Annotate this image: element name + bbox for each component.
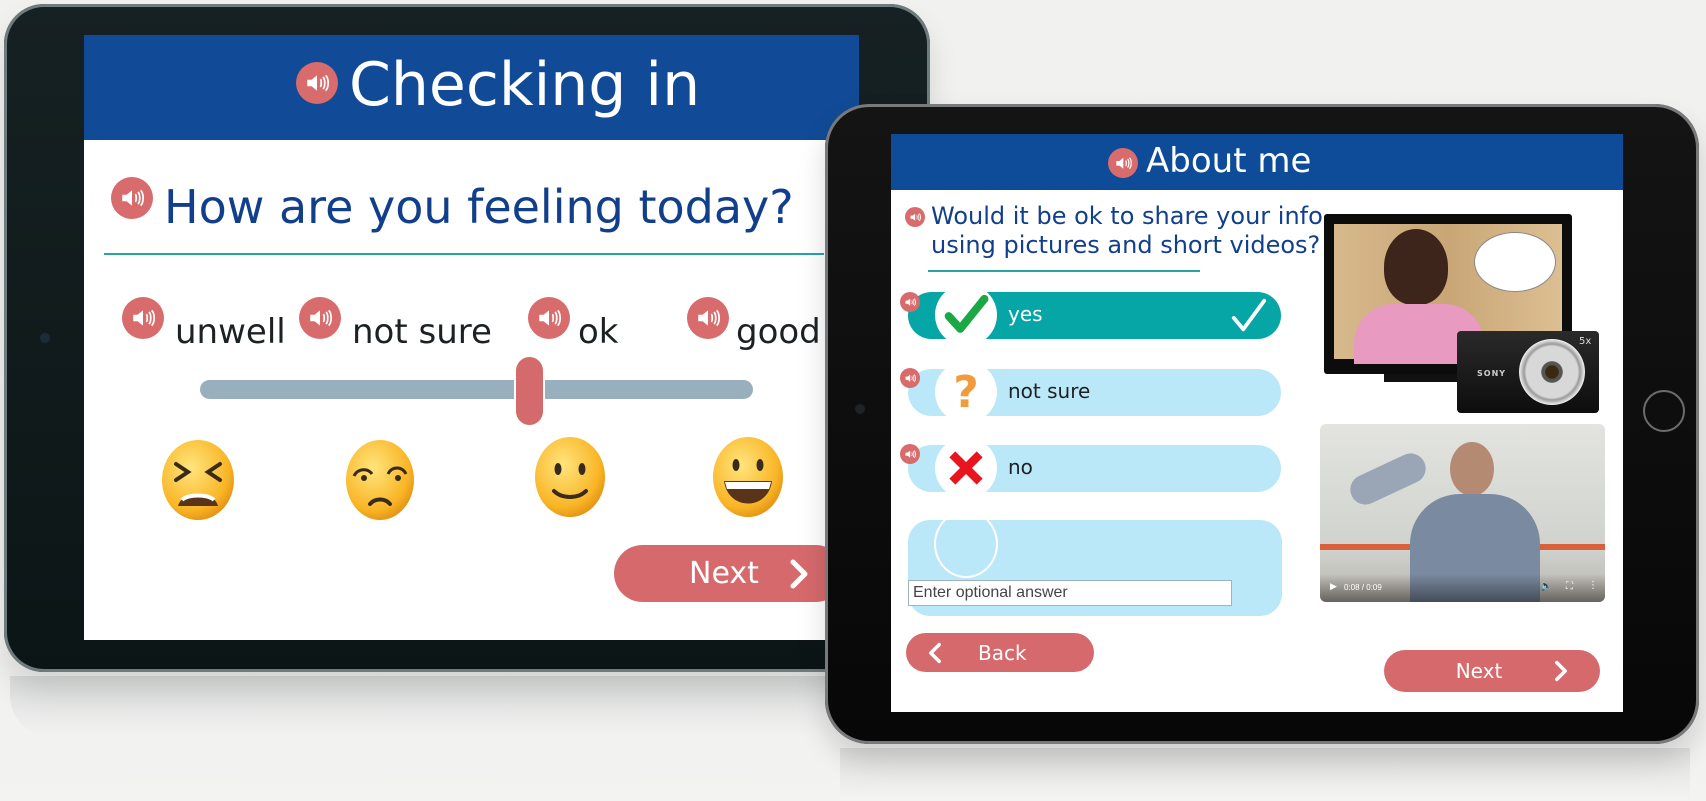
volume-icon[interactable]: 🔈 (1540, 581, 1552, 592)
speaker-icon (905, 298, 916, 306)
grinning-face-emoji[interactable] (708, 435, 788, 517)
scale-label-unwell[interactable]: unwell (175, 312, 286, 352)
scale-label-ok[interactable]: ok (578, 312, 619, 352)
feeling-slider-track[interactable] (200, 380, 753, 399)
page-title: About me (1146, 141, 1312, 181)
speaker-icon (698, 309, 720, 327)
right-tablet-screen: About me Would it be ok to share your in… (891, 134, 1623, 712)
scale-label-not-sure[interactable]: not sure (352, 312, 492, 352)
chevron-right-icon (1555, 660, 1568, 682)
orange-question-icon: ? (953, 366, 979, 418)
video-person-arm (1345, 448, 1431, 510)
home-button[interactable] (1643, 390, 1685, 432)
option-no-label: no (1008, 455, 1033, 479)
optional-answer-card (908, 510, 1282, 616)
option-not-sure-speaker-button[interactable] (900, 368, 920, 388)
green-check-icon (944, 294, 989, 333)
next-button[interactable]: Next (614, 545, 844, 602)
back-button-label: Back (978, 640, 1027, 665)
ok-speaker-button[interactable] (528, 297, 570, 339)
question-line-2: using pictures and short videos? (931, 231, 1321, 259)
question-speaker-button[interactable] (111, 177, 153, 219)
option-no-badge (935, 437, 997, 499)
option-not-sure[interactable]: ? not sure (908, 361, 1281, 423)
question-text: Would it be ok to share your info using … (931, 202, 1323, 260)
speaker-icon (133, 309, 155, 327)
optional-answer-input[interactable] (908, 580, 1232, 606)
question-line-1: Would it be ok to share your info (931, 202, 1323, 230)
speech-bubble (1474, 232, 1556, 292)
question-divider (104, 253, 824, 255)
camera-lens (1519, 339, 1585, 405)
share-info-image: SONY 5x (1324, 214, 1599, 414)
speaker-icon (910, 213, 921, 221)
video-time: 0:08 / 0:09 (1344, 583, 1382, 592)
speaker-icon (310, 309, 332, 327)
camera-brand: SONY (1477, 369, 1507, 378)
video-controls: ▶ 0:08 / 0:09 🔈 ⛶ ⋮ (1320, 574, 1605, 602)
video-person-head (1450, 442, 1494, 496)
back-button[interactable]: Back (906, 633, 1094, 672)
option-not-sure-badge: ? (935, 361, 997, 423)
chevron-right-icon (790, 559, 808, 588)
speaker-icon (307, 74, 329, 92)
scale-label-good[interactable]: good (736, 312, 821, 352)
camera: SONY 5x (1457, 331, 1599, 413)
good-speaker-button[interactable] (687, 297, 729, 339)
header-speaker-button[interactable] (1108, 148, 1138, 178)
right-tablet-reflection (840, 748, 1690, 798)
left-tablet-screen: Checking in How are you feeling today? u… (84, 35, 859, 640)
left-tablet-camera (41, 334, 49, 342)
camera-zoom: 5x (1579, 336, 1592, 347)
speaker-icon (905, 374, 916, 382)
header-speaker-button[interactable] (296, 62, 338, 104)
speaker-icon (905, 450, 916, 458)
selected-check-icon (1231, 298, 1267, 332)
more-options-icon[interactable]: ⋮ (1588, 580, 1598, 591)
option-yes-badge (935, 284, 997, 346)
option-no[interactable]: no (908, 437, 1281, 499)
option-yes[interactable]: yes (908, 284, 1281, 346)
option-yes-speaker-button[interactable] (900, 292, 920, 312)
chevron-left-icon (929, 642, 941, 663)
next-button-label: Next (1455, 659, 1503, 683)
question-divider (928, 270, 1200, 272)
speaker-icon (1116, 157, 1132, 169)
tv-stand (1384, 374, 1464, 382)
option-no-speaker-button[interactable] (900, 444, 920, 464)
play-icon[interactable]: ▶ (1330, 582, 1337, 592)
not-sure-speaker-button[interactable] (299, 297, 341, 339)
next-button[interactable]: Next (1384, 650, 1600, 692)
next-button-label: Next (689, 556, 759, 591)
question-speaker-button[interactable] (905, 207, 925, 227)
right-tablet-camera (856, 405, 864, 413)
optional-answer-badge (934, 510, 998, 578)
unamused-face-emoji[interactable] (340, 438, 420, 520)
unwell-speaker-button[interactable] (122, 297, 164, 339)
tired-face-emoji[interactable] (158, 438, 238, 520)
person-head (1384, 229, 1448, 305)
page-title: Checking in (349, 50, 701, 120)
left-tablet-reflection (10, 676, 910, 736)
option-not-sure-label: not sure (1008, 379, 1091, 403)
sign-language-video[interactable]: ▶ 0:08 / 0:09 🔈 ⛶ ⋮ (1320, 424, 1605, 602)
speaker-icon (122, 189, 144, 207)
checkin-header: Checking in (84, 35, 859, 140)
question-text: How are you feeling today? (164, 180, 794, 234)
red-cross-icon (949, 451, 983, 485)
option-yes-label: yes (1008, 302, 1043, 326)
about-me-header: About me (891, 134, 1623, 190)
slightly-smiling-face-emoji[interactable] (530, 435, 610, 517)
fullscreen-icon[interactable]: ⛶ (1566, 581, 1573, 592)
feeling-slider-thumb[interactable] (516, 357, 543, 425)
speaker-icon (539, 309, 561, 327)
